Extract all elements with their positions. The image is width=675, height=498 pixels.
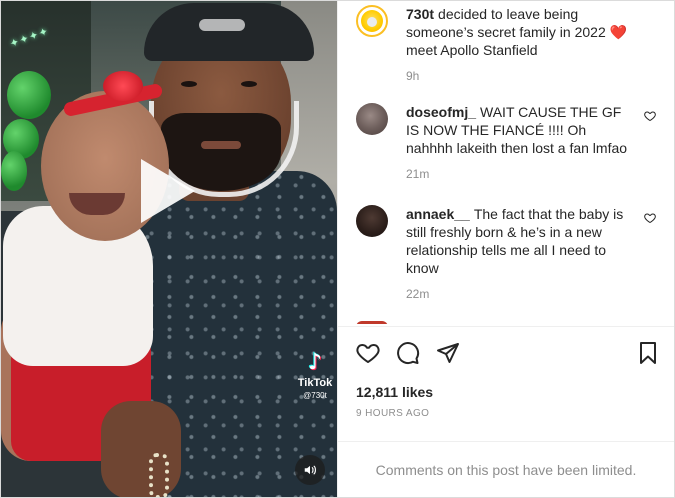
comment-time[interactable]: 22m [406, 287, 636, 301]
comment-username[interactable]: doseofmj_ [406, 104, 476, 120]
divider [338, 326, 674, 327]
share-icon [437, 343, 459, 363]
post-video[interactable]: ✦✦✦✦ ♪ TikTok @730t [1, 1, 337, 497]
comment-body: annaek__ The fact that the baby is still … [406, 205, 636, 301]
save-button[interactable] [634, 339, 662, 367]
comment-like-button[interactable] [644, 211, 656, 229]
comment-like-button[interactable] [644, 109, 656, 127]
tiktok-user: @730t [303, 391, 327, 400]
tiktok-watermark: ♪ TikTok @730t [293, 350, 337, 401]
speaker-icon [304, 465, 316, 475]
comment-text: decided to leave being someone’s secret … [406, 6, 628, 58]
post-timestamp[interactable]: 9 HOURS AGO [356, 408, 429, 420]
heart-icon [356, 344, 380, 363]
comment-button[interactable] [394, 339, 422, 367]
video-man-eye [181, 81, 197, 87]
heart-icon [644, 213, 656, 224]
comment-body: 730t decided to leave being someone’s sec… [406, 5, 636, 83]
comment-icon [397, 342, 420, 365]
comment-time[interactable]: 21m [406, 167, 636, 181]
post-actions [338, 339, 674, 371]
avatar[interactable] [356, 103, 388, 135]
video-man-eye [241, 81, 257, 87]
play-icon[interactable] [141, 159, 195, 223]
tiktok-label: TikTok [297, 377, 333, 389]
comment-time[interactable]: 9h [406, 69, 636, 83]
like-count[interactable]: 12,811 likes [356, 383, 433, 401]
video-bracelet [149, 453, 169, 497]
avatar[interactable] [356, 205, 388, 237]
avatar-image [367, 17, 377, 27]
comments-list[interactable]: 730t decided to leave being someone’s sec… [338, 1, 674, 324]
like-button[interactable] [354, 339, 382, 367]
share-button[interactable] [434, 339, 462, 367]
comment-username[interactable]: annaek__ [406, 206, 470, 222]
video-man-cap [144, 3, 314, 61]
video-balloon [1, 151, 27, 191]
video-cap-logo [199, 19, 245, 31]
tiktok-icon: ♪ [307, 350, 323, 375]
heart-icon [644, 111, 656, 122]
avatar[interactable] [356, 5, 388, 37]
video-man-hand [101, 401, 181, 497]
next-comment-avatar [356, 321, 388, 324]
video-balloon [7, 71, 51, 119]
bookmark-icon [640, 342, 656, 364]
comment-body: doseofmj_ WAIT CAUSE THE GF IS NOW THE FI… [406, 103, 636, 181]
post-side-panel: 730t decided to leave being someone’s sec… [337, 1, 674, 497]
video-baby-bow [103, 71, 143, 101]
comment-username[interactable]: 730t [406, 6, 434, 22]
comments-limited-notice: Comments on this post have been limited. [375, 461, 637, 478]
mute-button[interactable] [295, 455, 325, 485]
